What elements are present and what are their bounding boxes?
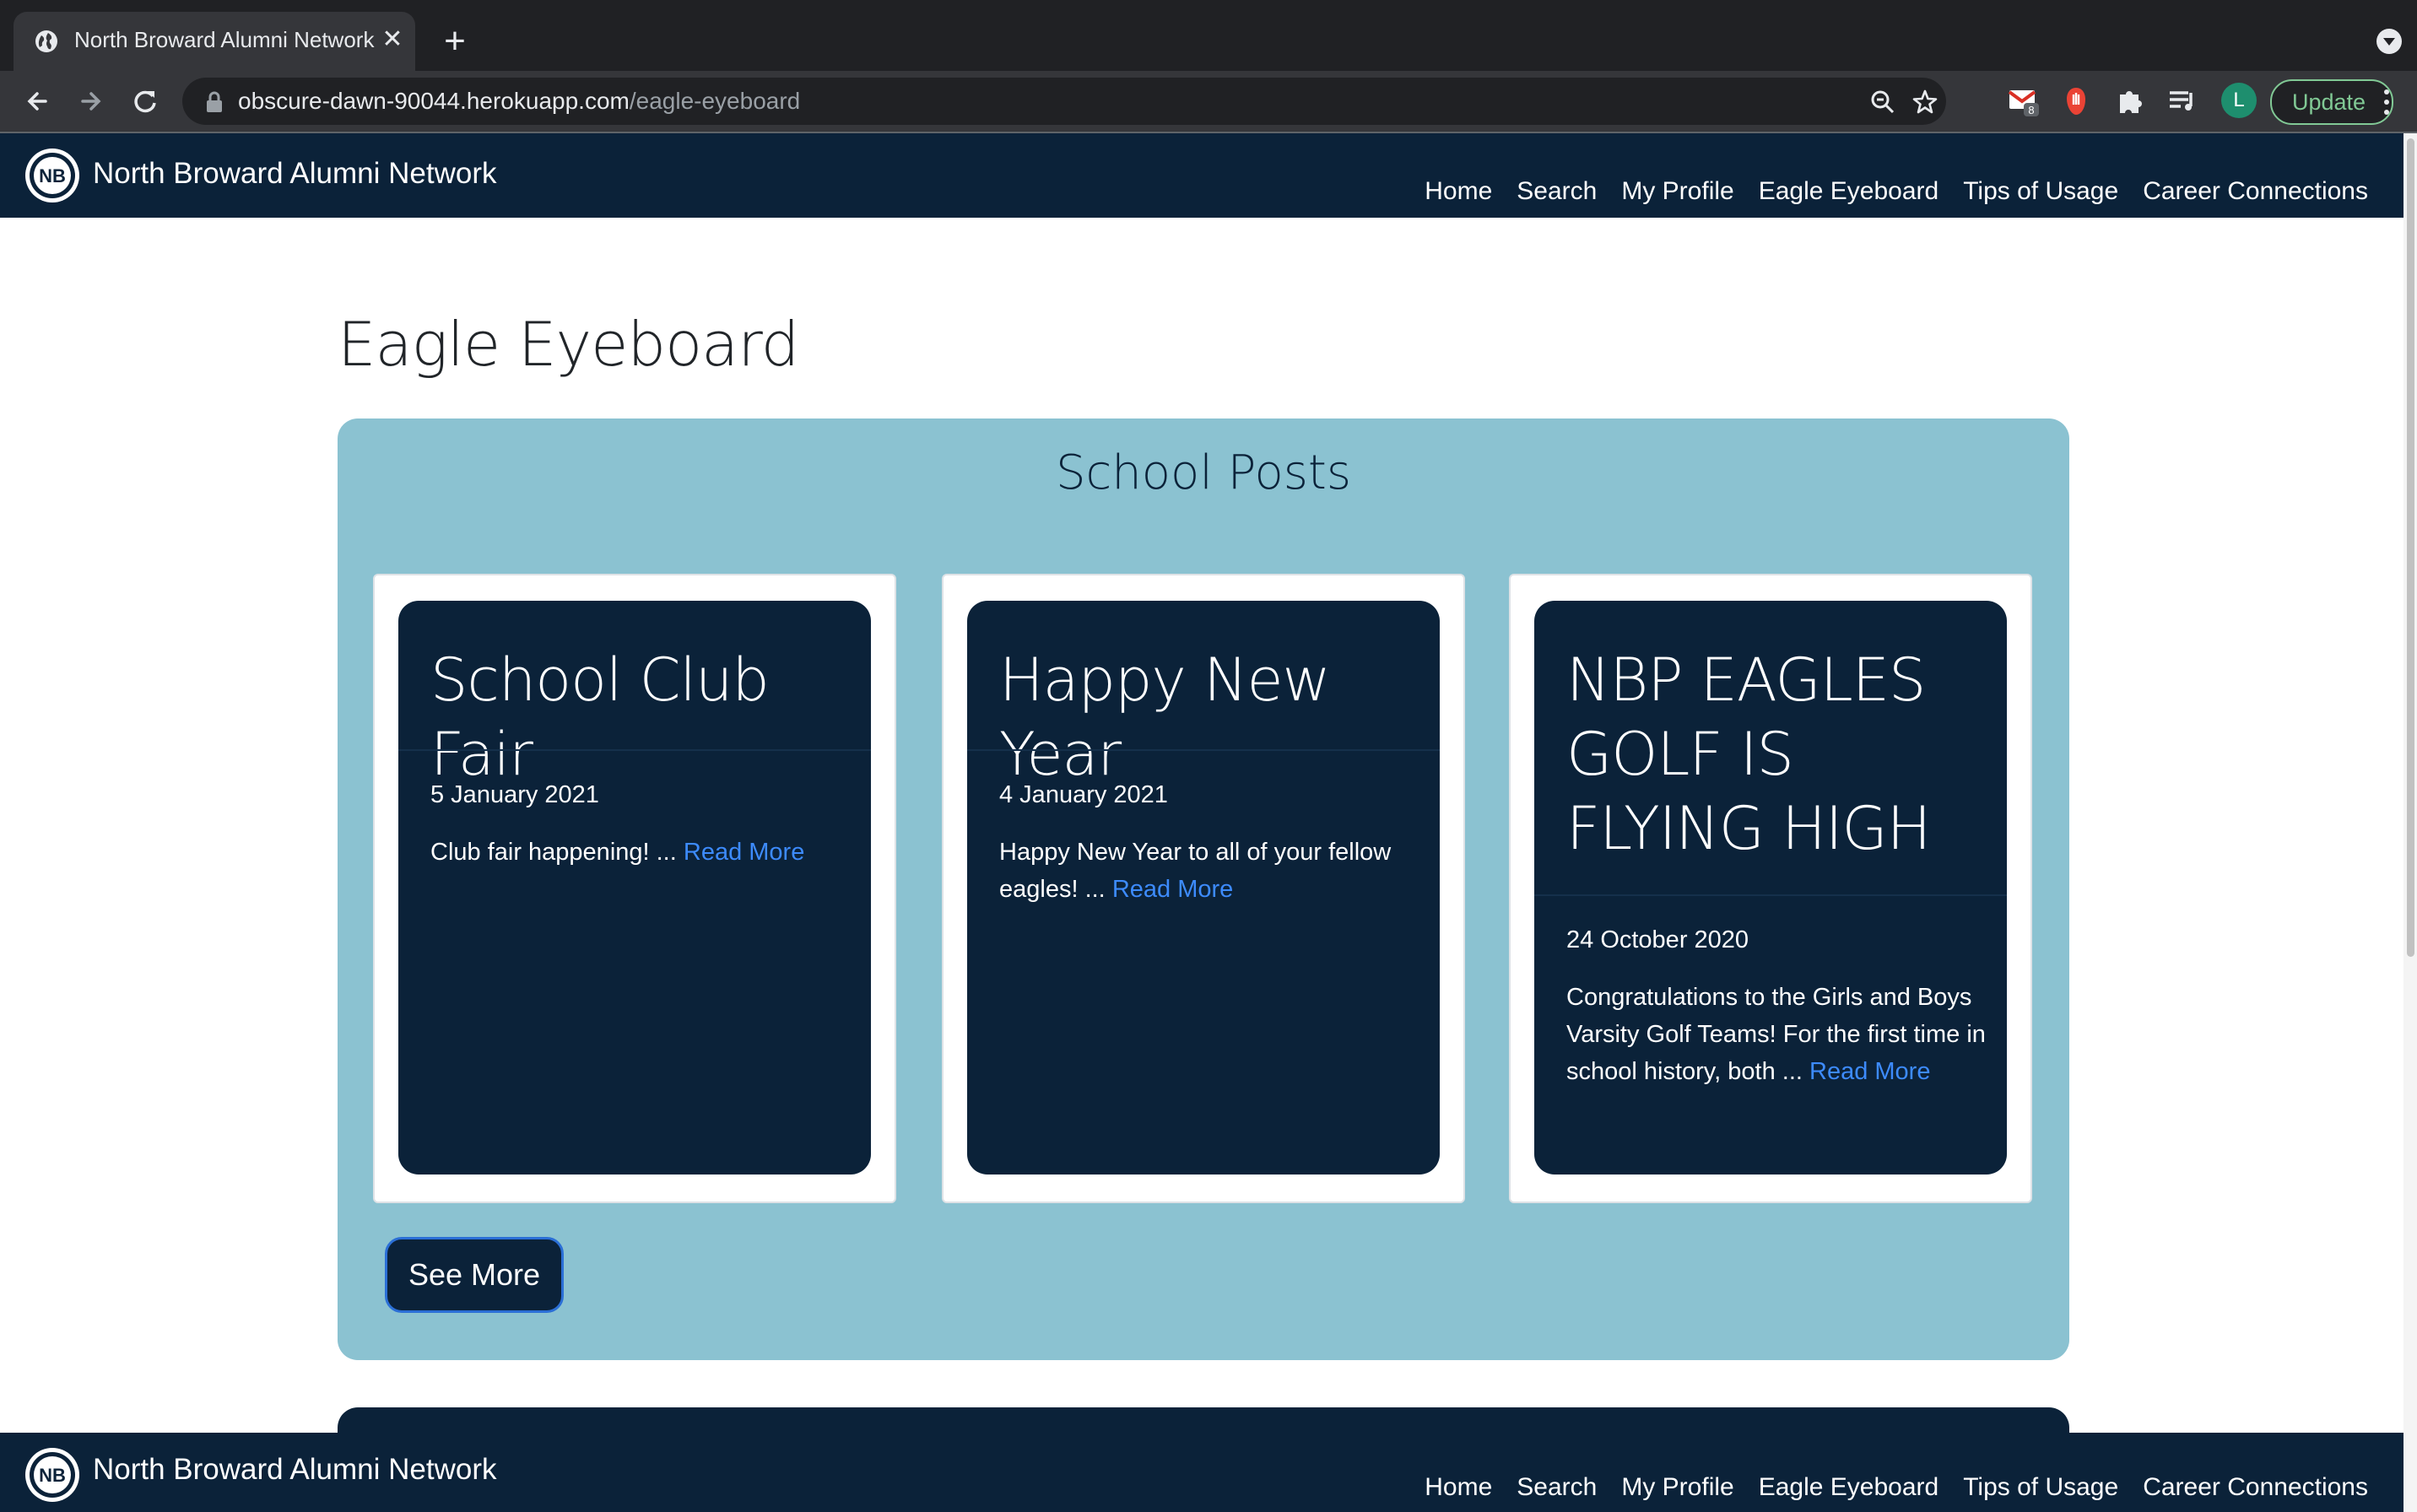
puzzle-icon[interactable] — [2113, 84, 2147, 118]
profile-avatar[interactable]: L — [2221, 83, 2257, 118]
nav-search[interactable]: Search — [1517, 177, 1597, 206]
card-divider — [967, 749, 1440, 751]
nav-eagle-eyeboard[interactable]: Eagle Eyeboard — [1759, 177, 1939, 206]
nav-links: Home Search My Profile Eagle Eyeboard Ti… — [1400, 1473, 2368, 1502]
nav-career-connections[interactable]: Career Connections — [2143, 1473, 2368, 1502]
read-more-link[interactable]: Read More — [1112, 876, 1233, 903]
see-more-button[interactable]: See More — [385, 1237, 564, 1313]
nav-tips-of-usage[interactable]: Tips of Usage — [1963, 177, 2118, 206]
back-arrow-icon[interactable] — [20, 84, 54, 118]
post-excerpt: Congratulations to the Girls and Boys Va… — [1566, 979, 1988, 1090]
post-excerpt-text: Club fair happening! ... — [430, 839, 677, 866]
tab-search-icon[interactable] — [2376, 29, 2402, 54]
mail-badge: 8 — [2028, 104, 2034, 116]
nav-links: Home Search My Profile Eagle Eyeboard Ti… — [1400, 177, 2368, 206]
nav-home[interactable]: Home — [1425, 1473, 1492, 1502]
nav-tips-of-usage[interactable]: Tips of Usage — [1963, 1473, 2118, 1502]
post-card: Happy New Year 4 January 2021 Happy New … — [942, 574, 1465, 1203]
card-divider — [398, 749, 871, 751]
post-card-body: NBP EAGLES GOLF IS FLYING HIGH 24 Octobe… — [1534, 601, 2007, 1174]
section-title: School Posts — [1055, 446, 1352, 500]
update-button[interactable]: Update — [2270, 79, 2393, 125]
post-date: 5 January 2021 — [430, 781, 599, 808]
post-date: 24 October 2020 — [1566, 926, 1749, 953]
post-title: School Club Fair — [430, 645, 770, 789]
card-divider — [1534, 894, 2007, 896]
post-card: NBP EAGLES GOLF IS FLYING HIGH 24 Octobe… — [1509, 574, 2032, 1203]
browser-toolbar: obscure-dawn-90044.herokuapp.com/eagle-e… — [0, 71, 2417, 133]
post-card: School Club Fair 5 January 2021 Club fai… — [373, 574, 896, 1203]
star-icon[interactable] — [1911, 88, 1939, 116]
post-title: NBP EAGLES GOLF IS FLYING HIGH — [1566, 645, 1931, 863]
school-logo[interactable]: NB — [24, 1446, 81, 1504]
url-host: obscure-dawn-90044.herokuapp.com — [238, 88, 630, 114]
url-text[interactable]: obscure-dawn-90044.herokuapp.com/eagle-e… — [238, 88, 800, 115]
lock-icon[interactable] — [204, 91, 224, 113]
forward-arrow-icon[interactable] — [74, 84, 108, 118]
school-logo[interactable]: NB — [24, 147, 81, 204]
post-excerpt: Club fair happening! ... Read More — [430, 834, 852, 871]
nav-career-connections[interactable]: Career Connections — [2143, 177, 2368, 206]
post-date: 4 January 2021 — [999, 781, 1168, 808]
zoom-out-icon[interactable] — [1868, 88, 1897, 116]
tab-strip: North Broward Alumni Network ✕ + — [0, 0, 2417, 71]
media-queue-icon[interactable] — [2166, 84, 2199, 118]
logo-text: NB — [39, 165, 66, 186]
nav-my-profile[interactable]: My Profile — [1621, 1473, 1733, 1502]
nav-search[interactable]: Search — [1517, 1473, 1597, 1502]
tab-title: North Broward Alumni Network — [74, 27, 375, 52]
brand-name[interactable]: North Broward Alumni Network — [93, 157, 497, 191]
brand-name[interactable]: North Broward Alumni Network — [93, 1453, 497, 1487]
post-card-body: Happy New Year 4 January 2021 Happy New … — [967, 601, 1440, 1174]
nav-my-profile[interactable]: My Profile — [1621, 177, 1733, 206]
close-icon[interactable]: ✕ — [378, 25, 407, 54]
reload-icon[interactable] — [128, 84, 162, 118]
url-path: /eagle-eyeboard — [629, 88, 801, 114]
post-title: Happy New Year — [999, 645, 1331, 789]
gmail-icon[interactable]: 8 — [2007, 84, 2041, 118]
footer-navbar: NB North Broward Alumni Network Home Sea… — [0, 1433, 2403, 1512]
address-bar[interactable]: obscure-dawn-90044.herokuapp.com/eagle-e… — [182, 78, 1946, 125]
scrollbar-thumb[interactable] — [2407, 138, 2414, 957]
logo-text: NB — [39, 1465, 66, 1486]
page-title: Eagle Eyeboard — [338, 309, 799, 380]
nav-eagle-eyeboard[interactable]: Eagle Eyeboard — [1759, 1473, 1939, 1502]
plus-icon[interactable]: + — [434, 22, 476, 64]
post-excerpt: Happy New Year to all of your fellow eag… — [999, 834, 1421, 908]
globe-icon — [35, 30, 57, 52]
nav-home[interactable]: Home — [1425, 177, 1492, 206]
hand-stop-icon[interactable] — [2059, 84, 2093, 118]
read-more-link[interactable]: Read More — [684, 839, 804, 866]
post-card-body: School Club Fair 5 January 2021 Club fai… — [398, 601, 871, 1174]
site-navbar: NB North Broward Alumni Network Home Sea… — [0, 133, 2403, 218]
browser-tab[interactable]: North Broward Alumni Network ✕ — [14, 12, 415, 71]
read-more-link[interactable]: Read More — [1809, 1058, 1930, 1085]
kebab-menu-icon[interactable] — [2382, 88, 2392, 116]
